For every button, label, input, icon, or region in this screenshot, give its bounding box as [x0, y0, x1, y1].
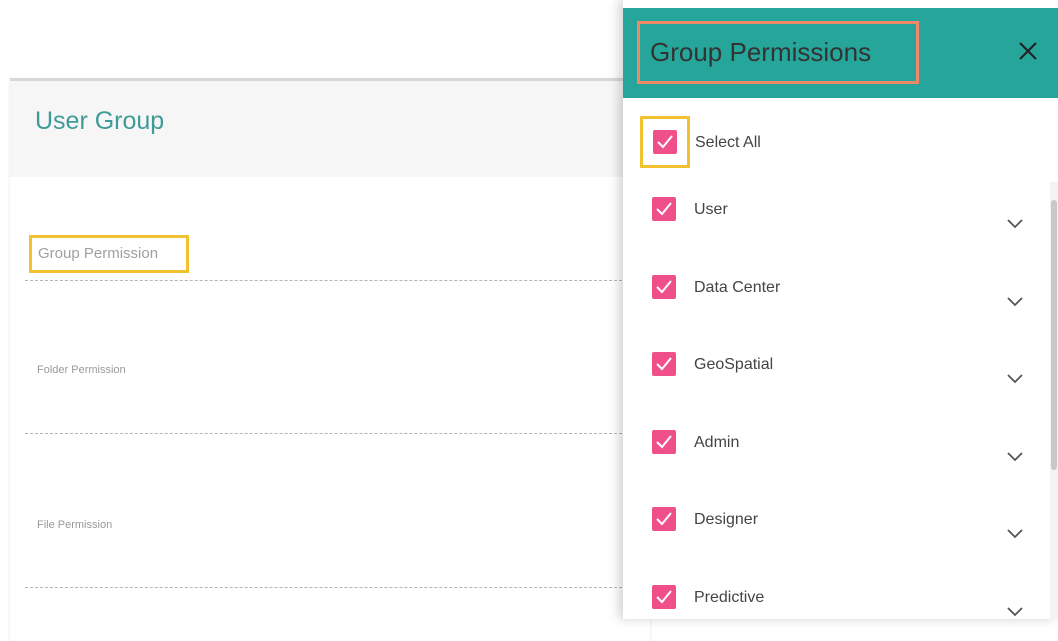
permission-checkbox[interactable]: [652, 507, 676, 531]
permission-label[interactable]: Predictive: [694, 589, 764, 607]
check-icon: [656, 357, 672, 371]
panel-scrollbar[interactable]: [1050, 182, 1058, 619]
check-icon: [656, 434, 672, 448]
check-icon: [656, 589, 672, 603]
select-all-checkbox[interactable]: [653, 130, 677, 154]
chevron-down-icon[interactable]: [1006, 605, 1024, 617]
permission-checkbox[interactable]: [652, 584, 676, 609]
panel-title-highlight: Group Permissions: [637, 21, 919, 84]
chevron-down-icon[interactable]: [1006, 527, 1024, 539]
permission-checkbox[interactable]: [652, 197, 676, 221]
user-group-card: User Group: [10, 78, 650, 641]
folder-permission-field[interactable]: [25, 433, 637, 434]
permission-label[interactable]: User: [694, 201, 728, 219]
permission-label[interactable]: Data Center: [694, 279, 780, 297]
select-all-label[interactable]: Select All: [695, 134, 761, 152]
check-icon: [656, 279, 672, 293]
close-icon[interactable]: [1013, 36, 1043, 66]
permission-label[interactable]: Admin: [694, 434, 739, 452]
permission-checkbox[interactable]: [652, 352, 676, 376]
file-permission-field[interactable]: [25, 587, 637, 588]
check-icon: [657, 135, 673, 149]
group-permission-field[interactable]: [25, 280, 637, 281]
panel-header: Group Permissions: [623, 8, 1058, 98]
card-header: User Group: [10, 81, 650, 177]
permission-label[interactable]: GeoSpatial: [694, 356, 773, 374]
check-icon: [656, 512, 672, 526]
chevron-down-icon[interactable]: [1006, 217, 1024, 229]
check-icon: [656, 202, 672, 216]
permission-checkbox[interactable]: [652, 429, 676, 454]
chevron-down-icon[interactable]: [1006, 450, 1024, 462]
file-permission-label: File Permission: [37, 519, 113, 531]
chevron-down-icon[interactable]: [1006, 295, 1024, 307]
permission-label[interactable]: Designer: [694, 511, 758, 529]
folder-permission-label: Folder Permission: [37, 364, 126, 376]
permission-checkbox[interactable]: [652, 274, 676, 299]
scrollbar-thumb[interactable]: [1051, 200, 1057, 470]
group-permission-label[interactable]: Group Permission: [38, 245, 158, 262]
page-title: User Group: [35, 107, 165, 135]
chevron-down-icon[interactable]: [1006, 372, 1024, 384]
panel-title: Group Permissions: [650, 37, 872, 67]
group-permissions-panel: Group Permissions Select All User Data Ce…: [623, 0, 1058, 619]
